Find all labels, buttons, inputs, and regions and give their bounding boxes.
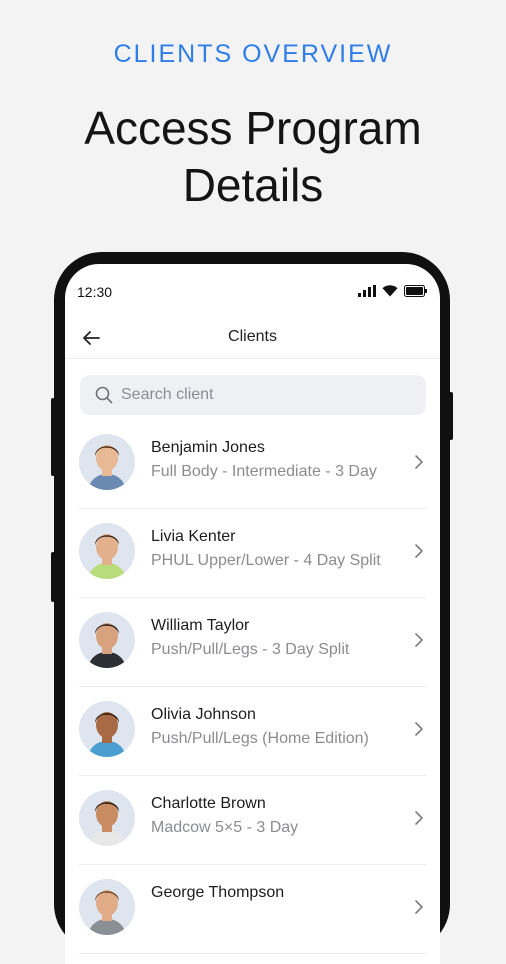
status-icons <box>358 285 428 297</box>
headline-line-2: Details <box>182 159 324 211</box>
headline-line-1: Access Program <box>84 102 422 154</box>
client-program: Push/Pull/Legs - 3 Day Split <box>151 641 350 658</box>
chevron-right-icon <box>415 900 423 914</box>
client-name: Benjamin Jones <box>151 439 265 456</box>
client-name: Livia Kenter <box>151 528 236 545</box>
client-program: Full Body - Intermediate - 3 Day <box>151 463 377 480</box>
client-name: George Thompson <box>151 884 285 901</box>
client-row[interactable]: George Thompson <box>79 865 426 954</box>
client-avatar <box>79 434 135 490</box>
search-input[interactable] <box>119 385 403 405</box>
chevron-right-icon <box>415 633 423 647</box>
signal-icon <box>358 285 376 297</box>
app-bar: Clients <box>65 318 440 359</box>
headline: Access Program Details <box>0 100 506 214</box>
phone-screen: 12:30 Clients Search client Benjamin Jon… <box>65 264 440 964</box>
chevron-right-icon <box>415 722 423 736</box>
client-row[interactable]: Charlotte Brown Madcow 5×5 - 3 Day <box>79 776 426 865</box>
chevron-right-icon <box>415 455 423 469</box>
client-avatar <box>79 612 135 668</box>
client-avatar <box>79 879 135 935</box>
client-program: PHUL Upper/Lower - 4 Day Split <box>151 552 381 569</box>
volume-button <box>51 398 55 476</box>
client-avatar <box>79 523 135 579</box>
client-avatar <box>79 790 135 846</box>
status-time: 12:30 <box>77 284 113 300</box>
client-name: William Taylor <box>151 617 250 634</box>
chevron-right-icon <box>415 544 423 558</box>
search-icon <box>95 386 113 404</box>
wifi-icon <box>382 285 398 297</box>
client-program: Madcow 5×5 - 3 Day <box>151 819 299 836</box>
client-row[interactable]: Olivia Johnson Push/Pull/Legs (Home Edit… <box>79 687 426 776</box>
client-avatar <box>79 701 135 757</box>
eyebrow-label: CLIENTS OVERVIEW <box>113 40 393 68</box>
client-list: Benjamin Jones Full Body - Intermediate … <box>79 420 426 954</box>
client-name: Charlotte Brown <box>151 795 266 812</box>
page-title: Clients <box>228 328 277 345</box>
battery-icon <box>404 285 427 297</box>
power-button <box>449 392 453 440</box>
client-row[interactable]: William Taylor Push/Pull/Legs - 3 Day Sp… <box>79 598 426 687</box>
client-program: Push/Pull/Legs (Home Edition) <box>151 730 369 747</box>
chevron-right-icon <box>415 811 423 825</box>
client-name: Olivia Johnson <box>151 706 256 723</box>
search-bar[interactable] <box>80 375 426 415</box>
client-row[interactable]: Livia Kenter PHUL Upper/Lower - 4 Day Sp… <box>79 509 426 598</box>
side-button <box>51 552 55 602</box>
client-row[interactable]: Benjamin Jones Full Body - Intermediate … <box>79 420 426 509</box>
status-bar: 12:30 <box>77 284 428 302</box>
